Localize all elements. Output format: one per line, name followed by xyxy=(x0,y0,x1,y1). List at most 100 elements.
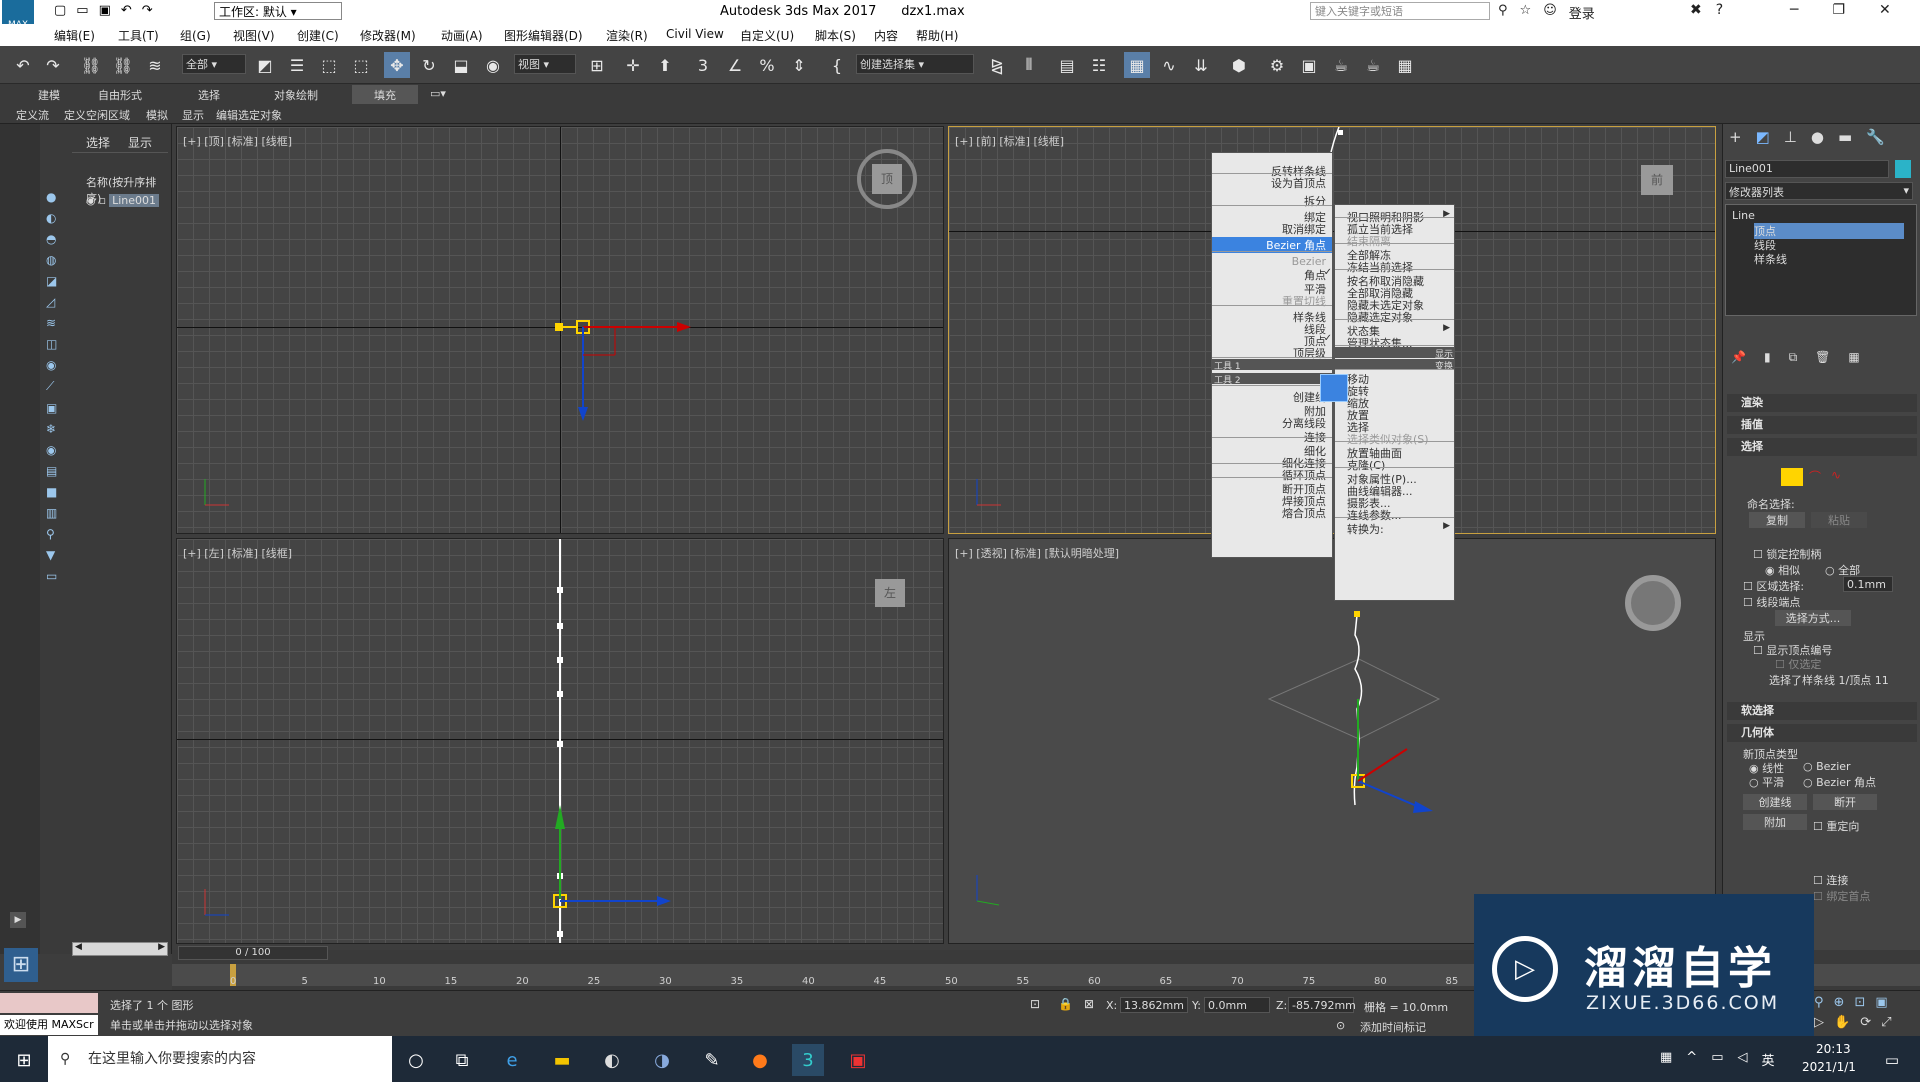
box-icon[interactable]: ▭ xyxy=(46,569,57,583)
exchange-icon[interactable]: ✖ xyxy=(1690,2,1702,18)
break-button[interactable]: 断开 xyxy=(1813,794,1877,810)
scroll-right-icon[interactable]: ▶ xyxy=(158,942,165,952)
lock-handles-checkbox[interactable]: ☐ 锁定控制柄 xyxy=(1753,546,1821,562)
menu-edit[interactable]: 编辑(E) xyxy=(54,27,95,44)
bind-first-checkbox[interactable]: ☐ 绑定首点 xyxy=(1813,888,1870,904)
hierarchy-icon[interactable]: ■ xyxy=(46,485,57,499)
schematic-view-icon[interactable]: ⇊ xyxy=(1188,52,1214,78)
ribbon-options-icon[interactable]: ▭▾ xyxy=(430,87,446,100)
binoculars-icon[interactable]: ⚲ xyxy=(1498,3,1508,22)
keyboard-shortcut-icon[interactable]: ⬆ xyxy=(652,52,678,78)
spline-perspective-view[interactable] xyxy=(949,539,1716,944)
selection-filter[interactable]: 全部 ▾ xyxy=(182,54,246,74)
curve-editor-icon[interactable]: ∿ xyxy=(1156,52,1182,78)
bind-space-warp-icon[interactable]: ≋ xyxy=(142,52,168,78)
absolute-mode-icon[interactable]: ⊠ xyxy=(1084,997,1094,1011)
placement-icon[interactable]: ◉ xyxy=(480,52,506,78)
link-icon[interactable]: ⛓ xyxy=(78,52,104,78)
redo-icon[interactable]: ↷ xyxy=(40,52,66,78)
ime-icon[interactable]: 英 xyxy=(1762,1050,1775,1069)
tray-icon[interactable]: ▦ xyxy=(1660,1050,1672,1069)
menu-tools[interactable]: 工具(T) xyxy=(118,27,159,44)
area-selection-checkbox[interactable]: ☐ 区域选择: xyxy=(1743,578,1804,594)
stack-line[interactable]: Line xyxy=(1732,209,1755,222)
display-lights-icon[interactable]: ◍ xyxy=(46,253,57,267)
firefox-icon[interactable]: ● xyxy=(744,1044,776,1076)
orbit-icon[interactable]: ⟳ xyxy=(1860,1015,1871,1030)
minimize-button[interactable]: ─ xyxy=(1790,2,1798,18)
app-icon-1[interactable]: ◐ xyxy=(596,1044,628,1076)
vertex-mode-icon[interactable] xyxy=(1781,468,1803,486)
z-coordinate-field[interactable]: -85.792mm xyxy=(1288,997,1356,1013)
spline-mode-icon[interactable]: ∿ xyxy=(1831,468,1841,482)
spinner-snap-icon[interactable]: ⇕ xyxy=(786,52,812,78)
cortana-icon[interactable]: ○ xyxy=(400,1044,432,1076)
display-cameras-icon[interactable]: ◪ xyxy=(46,274,57,288)
zoom-extents-icon[interactable]: ⊡ xyxy=(1854,995,1865,1010)
only-selected-checkbox[interactable]: ☐ 仅选定 xyxy=(1775,656,1821,672)
pin-stack-icon[interactable]: 📌 xyxy=(1731,350,1746,365)
star-icon[interactable]: ☆ xyxy=(1520,3,1532,22)
network-icon[interactable]: ▭ xyxy=(1711,1050,1723,1069)
open-file-icon[interactable]: ▭ xyxy=(76,3,88,18)
menu-animation[interactable]: 动画(A) xyxy=(441,27,483,44)
ribbon-define-flows[interactable]: 定义流 xyxy=(16,107,49,123)
quad-selector[interactable] xyxy=(1320,374,1348,402)
find-icon[interactable]: ⚲ xyxy=(46,527,57,541)
display-containers-icon[interactable]: ▣ xyxy=(46,401,57,415)
smooth-radio[interactable]: ○ 平滑 xyxy=(1749,774,1784,790)
maximize-viewport-icon[interactable]: ⤢ xyxy=(1881,1015,1891,1030)
modify-tab-icon[interactable]: ◩ xyxy=(1756,128,1770,146)
rollout-selection[interactable]: 选择 xyxy=(1727,438,1917,456)
edit-named-selection-icon[interactable]: { xyxy=(824,52,850,78)
edge-icon[interactable]: e xyxy=(496,1044,528,1076)
add-time-tag[interactable]: 添加时间标记 xyxy=(1360,1019,1426,1035)
render-setup-icon[interactable]: ⚙ xyxy=(1264,52,1290,78)
scene-tab-display[interactable]: 显示 xyxy=(128,134,152,151)
segment-mode-icon[interactable]: ⌒ xyxy=(1809,468,1821,485)
3dsmax-taskbar-icon[interactable]: 3 xyxy=(792,1044,824,1076)
viewport-layout-icon[interactable]: ⊞ xyxy=(4,948,38,982)
menu-help[interactable]: 帮助(H) xyxy=(916,27,958,44)
display-xrefs-icon[interactable]: ◉ xyxy=(46,358,57,372)
app-icon-4[interactable]: ▣ xyxy=(842,1044,874,1076)
menu-create[interactable]: 创建(C) xyxy=(297,27,339,44)
lock-selection-icon[interactable]: 🔒 xyxy=(1058,997,1073,1011)
ribbon-toggle-icon[interactable]: ☷ xyxy=(1086,52,1112,78)
menu-customize[interactable]: 自定义(U) xyxy=(740,27,794,44)
segment-end-checkbox[interactable]: ☐ 线段端点 xyxy=(1743,594,1800,610)
show-end-result-icon[interactable]: ▮ xyxy=(1764,350,1771,365)
ribbon-tab-object-paint[interactable]: 对象绘制 xyxy=(274,87,318,103)
display-shapes-icon[interactable]: ◓ xyxy=(46,232,57,246)
quad-item-right-25[interactable]: 转换为: xyxy=(1347,521,1384,537)
pivot-center-icon[interactable]: ⊞ xyxy=(584,52,610,78)
similar-radio[interactable]: ◉ 相似 xyxy=(1765,562,1800,578)
create-tab-icon[interactable]: + xyxy=(1729,128,1742,146)
x-coordinate-field[interactable]: 13.862mm xyxy=(1120,997,1188,1013)
task-view-icon[interactable]: ⧉ xyxy=(446,1044,478,1076)
scroll-left-icon[interactable]: ◀ xyxy=(75,942,82,952)
quad-item-left-4[interactable]: 取消绑定 xyxy=(1282,221,1326,237)
rect-selection-icon[interactable]: ⬚ xyxy=(316,52,342,78)
select-object-icon[interactable]: ◩ xyxy=(252,52,278,78)
menu-group[interactable]: 组(G) xyxy=(180,27,211,44)
rotate-icon[interactable]: ↻ xyxy=(416,52,442,78)
rollout-interpolation[interactable]: 插值 xyxy=(1727,416,1917,434)
ribbon-display[interactable]: 显示 xyxy=(182,107,204,123)
render-cloud-icon[interactable]: ▦ xyxy=(1392,52,1418,78)
reference-coord-dropdown[interactable]: 视图 ▾ xyxy=(514,54,576,74)
display-frozen-icon[interactable]: ❄ xyxy=(46,422,57,436)
ribbon-define-idle-areas[interactable]: 定义空闲区域 xyxy=(64,107,130,123)
ribbon-tab-freeform[interactable]: 自由形式 xyxy=(98,87,142,103)
select-manipulate-icon[interactable]: ✛ xyxy=(620,52,646,78)
display-spacewarps-icon[interactable]: ≋ xyxy=(46,316,57,330)
taskbar-search[interactable]: ⚲ 在这里输入你要搜索的内容 xyxy=(48,1036,392,1082)
display-helpers-icon[interactable]: ◿ xyxy=(46,295,57,309)
display-groups-icon[interactable]: ◫ xyxy=(46,337,57,351)
bezier-corner-radio[interactable]: ○ Bezier 角点 xyxy=(1803,774,1876,790)
create-line-button[interactable]: 创建线 xyxy=(1743,794,1807,810)
rendered-frame-icon[interactable]: ▣ xyxy=(1296,52,1322,78)
scene-tab-select[interactable]: 选择 xyxy=(86,134,110,151)
hierarchy-tab-icon[interactable]: ⊥ xyxy=(1784,128,1797,146)
maxscript-listener-pink[interactable] xyxy=(0,993,98,1013)
